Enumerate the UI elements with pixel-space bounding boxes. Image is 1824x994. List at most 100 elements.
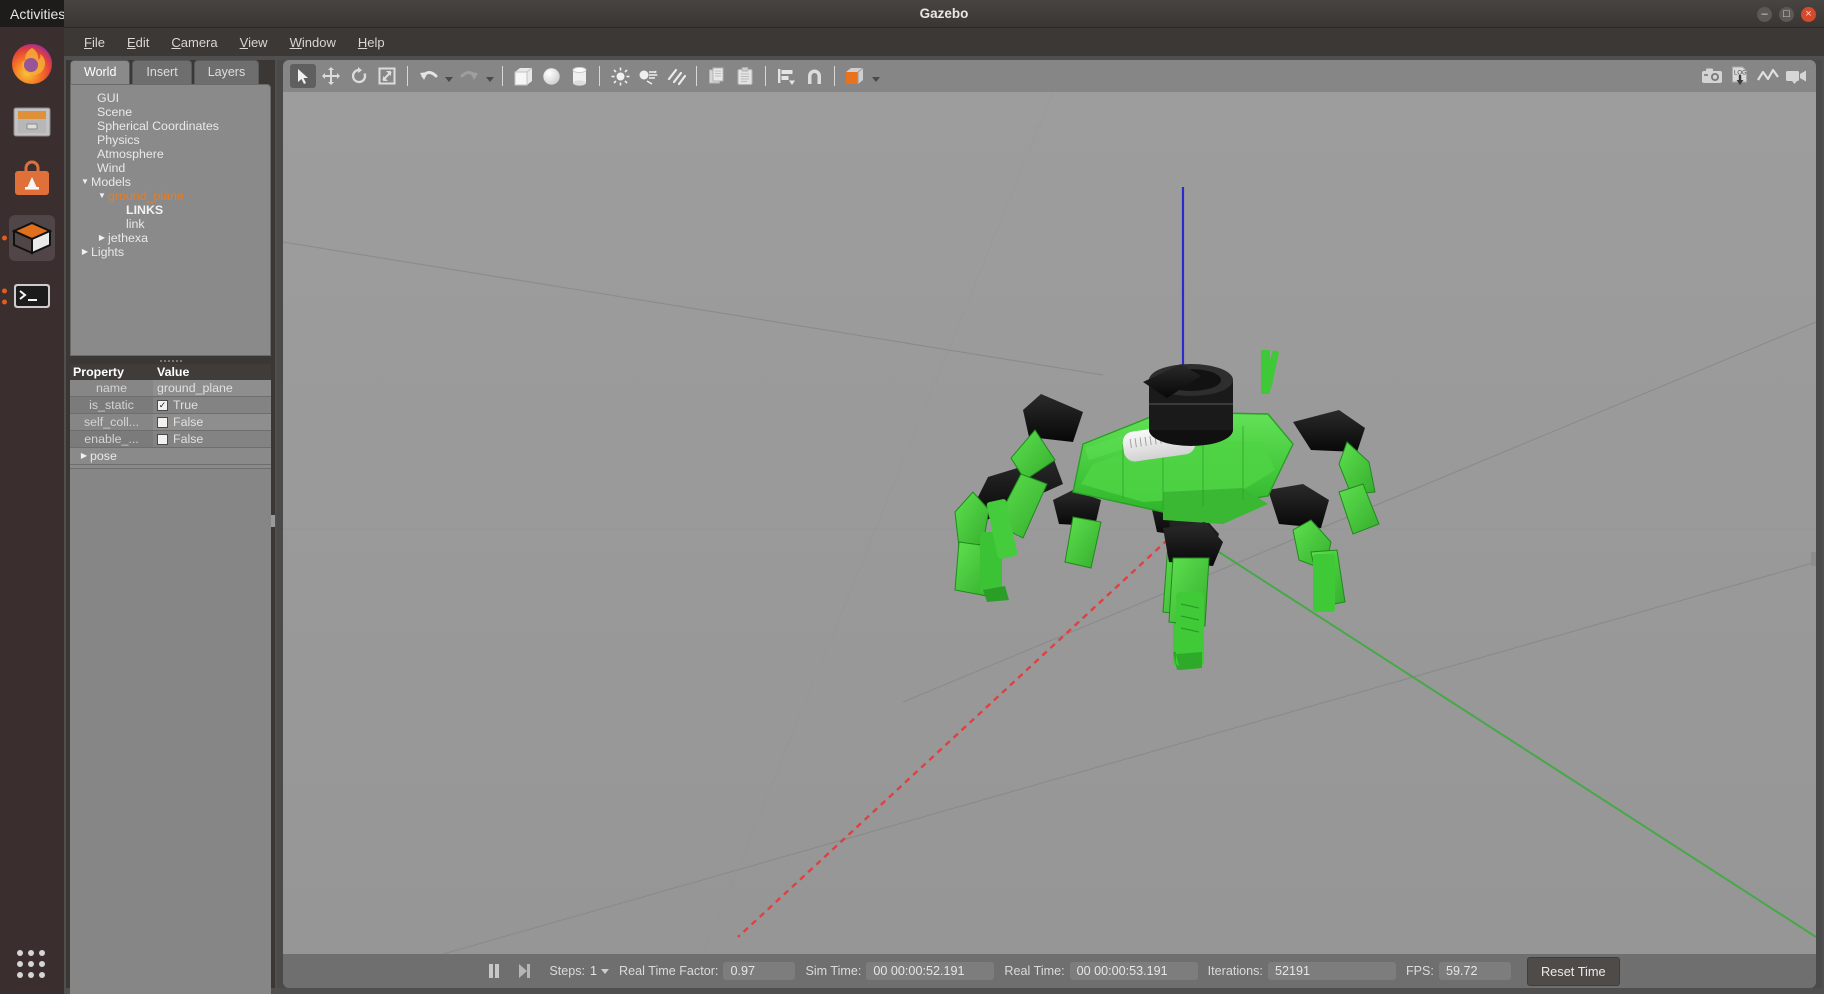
launcher-item-terminal[interactable] <box>2 273 55 319</box>
tab-insert[interactable]: Insert <box>132 60 192 84</box>
launcher-item-gazebo[interactable] <box>2 215 55 261</box>
close-icon: × <box>1805 7 1812 20</box>
property-row-is-static[interactable]: is_static ✓ True <box>70 397 271 414</box>
menu-edit[interactable]: Edit <box>117 31 159 54</box>
video-record-button[interactable] <box>1783 64 1809 88</box>
viewport-scroll-nub[interactable] <box>1811 552 1816 566</box>
menu-window[interactable]: Window <box>280 31 346 54</box>
select-mode-button[interactable] <box>290 64 316 88</box>
show-applications-button[interactable] <box>17 950 47 980</box>
menu-file[interactable]: File <box>74 31 115 54</box>
paste-icon <box>737 66 753 85</box>
tree-item-jethexa[interactable]: ▶ jethexa <box>71 231 270 245</box>
paste-button[interactable] <box>732 64 758 88</box>
launcher-item-firefox[interactable] <box>9 41 55 87</box>
ubuntu-launcher <box>0 27 64 994</box>
tree-item-physics[interactable]: Physics <box>71 133 270 147</box>
expand-arrow-right-icon[interactable]: ▶ <box>79 245 91 259</box>
property-is-static-value[interactable]: ✓ True <box>153 397 271 414</box>
tree-item-models[interactable]: ▼ Models <box>71 175 270 189</box>
launcher-item-ubuntu-software[interactable] <box>9 157 55 203</box>
directional-light-icon <box>667 68 686 85</box>
scale-mode-button[interactable] <box>374 64 400 88</box>
panel-tabs: World Insert Layers <box>66 60 275 84</box>
is-static-checkbox[interactable]: ✓ <box>157 399 168 411</box>
tree-item-lights[interactable]: ▶ Lights <box>71 245 270 259</box>
insert-sphere-button[interactable] <box>538 64 564 88</box>
tree-item-ground-plane[interactable]: ▼ ground_plane <box>71 189 270 203</box>
expand-arrow-down-icon[interactable]: ▼ <box>79 175 91 189</box>
property-row-pose[interactable]: ▶ pose <box>70 448 271 465</box>
self-collide-checkbox[interactable] <box>157 416 168 428</box>
window-titlebar[interactable]: Gazebo – □ × <box>64 0 1824 28</box>
rotate-mode-button[interactable] <box>346 64 372 88</box>
tab-world[interactable]: World <box>70 60 131 84</box>
enable-wind-checkbox[interactable] <box>157 433 168 445</box>
screenshot-button[interactable] <box>1699 64 1725 88</box>
redo-icon <box>460 70 478 80</box>
box-icon <box>514 67 532 85</box>
menu-camera[interactable]: Camera <box>161 31 227 54</box>
snap-button[interactable] <box>801 64 827 88</box>
tree-item-wind[interactable]: Wind <box>71 161 270 175</box>
insert-point-light-button[interactable] <box>607 64 633 88</box>
tree-item-link[interactable]: link <box>71 217 270 231</box>
property-row-name[interactable]: name ground_plane <box>70 380 271 397</box>
insert-cylinder-button[interactable] <box>566 64 592 88</box>
minimize-icon: – <box>1761 7 1768 20</box>
menu-help[interactable]: Help <box>348 31 395 54</box>
column-header-value: Value <box>157 365 190 379</box>
step-button[interactable] <box>513 960 535 982</box>
tree-item-atmosphere[interactable]: Atmosphere <box>71 147 270 161</box>
maximize-button[interactable]: □ <box>1779 6 1794 22</box>
undo-history-button[interactable] <box>442 64 455 88</box>
close-button[interactable]: × <box>1801 6 1816 22</box>
steps-value[interactable]: 1 <box>590 964 597 978</box>
sim-time-value: 00 00:00:52.191 <box>866 962 995 980</box>
insert-box-button[interactable] <box>510 64 536 88</box>
redo-button[interactable] <box>456 64 482 88</box>
3d-viewport[interactable] <box>283 92 1816 954</box>
property-self-collide-value[interactable]: False <box>153 414 271 431</box>
panel-splitter[interactable] <box>70 357 271 364</box>
insert-spot-light-button[interactable] <box>635 64 661 88</box>
property-name-label: name <box>70 380 153 397</box>
insert-directional-light-button[interactable] <box>663 64 689 88</box>
minimize-button[interactable]: – <box>1757 6 1772 22</box>
view-angle-options-button[interactable] <box>869 64 882 88</box>
view-angle-button[interactable] <box>842 64 868 88</box>
plot-button[interactable] <box>1755 64 1781 88</box>
tree-item-scene[interactable]: Scene <box>71 105 270 119</box>
reset-time-button[interactable]: Reset Time <box>1526 956 1620 986</box>
log-download-icon: LOG <box>1732 66 1747 85</box>
align-button[interactable] <box>773 64 799 88</box>
sim-time-label: Sim Time: <box>805 964 862 978</box>
self-collide-text: False <box>173 414 204 429</box>
property-name-value[interactable]: ground_plane <box>153 380 271 397</box>
property-row-self-collide[interactable]: self_coll... False <box>70 414 271 431</box>
expand-arrow-down-icon[interactable]: ▼ <box>96 189 108 203</box>
app-grid-dot <box>28 950 34 956</box>
tab-layers[interactable]: Layers <box>193 60 260 84</box>
launcher-item-files[interactable] <box>9 99 55 145</box>
tree-item-gui[interactable]: GUI <box>71 91 270 105</box>
menu-view[interactable]: View <box>230 31 278 54</box>
ubuntu-software-icon <box>15 160 49 195</box>
property-row-enable-wind[interactable]: enable_... False <box>70 431 271 448</box>
gazebo-scene <box>283 92 1816 954</box>
translate-mode-button[interactable] <box>318 64 344 88</box>
undo-button[interactable] <box>415 64 441 88</box>
property-enable-wind-value[interactable]: False <box>153 431 271 448</box>
pause-button[interactable] <box>483 960 505 982</box>
expand-arrow-right-icon[interactable]: ▶ <box>96 231 108 245</box>
gazebo-window: Gazebo – □ × File Edit Camera View Windo… <box>64 0 1824 994</box>
redo-history-button[interactable] <box>483 64 496 88</box>
tree-item-spherical-coordinates[interactable]: Spherical Coordinates <box>71 119 270 133</box>
steps-dropdown-caret-icon[interactable] <box>601 968 610 974</box>
world-tree[interactable]: GUI Scene Spherical Coordinates Physics … <box>70 84 271 356</box>
expand-arrow-right-icon[interactable]: ▶ <box>78 449 90 463</box>
copy-button[interactable] <box>704 64 730 88</box>
log-record-button[interactable]: LOG <box>1727 64 1753 88</box>
activities-button[interactable]: Activities <box>10 6 65 22</box>
panel-resize-handle[interactable] <box>271 515 275 527</box>
